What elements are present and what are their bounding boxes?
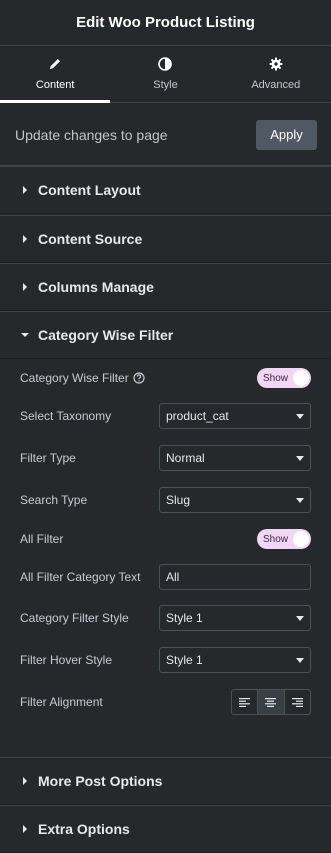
section-label: Category Wise Filter (38, 327, 174, 343)
control-label: Search Type (20, 493, 88, 507)
caret-right-icon (23, 283, 27, 291)
align-left-button[interactable] (232, 690, 259, 714)
alignment-button-group (231, 689, 311, 715)
control-filter-hover-style: Filter Hover Style Style 1 (20, 647, 311, 673)
panel-header: Edit Woo Product Listing (0, 0, 331, 46)
section-content-layout[interactable]: Content Layout (0, 166, 331, 214)
control-filter-type: Filter Type Normal (20, 445, 311, 471)
panel-tabs: Content Style Advanced (0, 46, 331, 103)
control-filter-alignment: Filter Alignment (20, 689, 311, 715)
control-search-type: Search Type Slug (20, 487, 311, 513)
tab-advanced[interactable]: Advanced (221, 46, 331, 102)
control-label: Category Filter Style (20, 611, 129, 625)
contrast-icon (158, 57, 173, 71)
chevron-down-icon (296, 615, 304, 621)
update-bar: Update changes to page Apply (0, 104, 331, 166)
toggle-label: Show (263, 533, 289, 545)
control-all-filter-category-text: All Filter Category Text All (20, 564, 311, 590)
caret-right-icon (23, 186, 27, 194)
select-value: Style 1 (166, 611, 203, 625)
panel-title: Edit Woo Product Listing (76, 14, 255, 31)
gear-icon (269, 57, 283, 71)
control-label: All Filter Category Text (20, 570, 141, 584)
control-all-filter: All Filter Show (20, 526, 311, 552)
category-filter-toggle[interactable]: Show (257, 368, 311, 388)
select-value: product_cat (166, 409, 229, 423)
align-right-button[interactable] (285, 690, 310, 714)
select-value: Normal (166, 451, 205, 465)
control-label: All Filter (20, 532, 64, 546)
control-label: Filter Type (20, 451, 76, 465)
chevron-down-icon (296, 413, 304, 419)
input-value: All (166, 570, 180, 584)
section-more-post-options[interactable]: More Post Options (0, 757, 331, 805)
control-label: Category Wise Filter (20, 371, 129, 385)
align-left-icon (239, 697, 251, 707)
select-value: Style 1 (166, 653, 203, 667)
control-label: Select Taxonomy (20, 409, 112, 423)
section-content-source[interactable]: Content Source (0, 215, 331, 263)
search-type-select[interactable]: Slug (159, 487, 311, 513)
all-filter-text-input[interactable]: All (159, 564, 311, 590)
filter-type-select[interactable]: Normal (159, 445, 311, 471)
update-text: Update changes to page (15, 126, 168, 143)
filter-hover-style-select[interactable]: Style 1 (159, 647, 311, 673)
control-label: Filter Hover Style (20, 653, 113, 667)
toggle-label: Show (263, 372, 289, 384)
section-label: More Post Options (38, 773, 163, 789)
control-select-taxonomy: Select Taxonomy product_cat (20, 403, 311, 429)
section-columns-manage[interactable]: Columns Manage (0, 263, 331, 311)
chevron-down-icon (296, 497, 304, 503)
caret-right-icon (23, 825, 27, 833)
control-label: Filter Alignment (20, 695, 103, 709)
section-category-wise-filter[interactable]: Category Wise Filter (0, 311, 331, 359)
caret-right-icon (23, 777, 27, 785)
section-label: Columns Manage (38, 279, 154, 295)
tab-style[interactable]: Style (110, 46, 220, 102)
all-filter-toggle[interactable]: Show (257, 529, 311, 549)
taxonomy-select[interactable]: product_cat (159, 403, 311, 429)
category-filter-style-select[interactable]: Style 1 (159, 605, 311, 631)
align-center-icon (265, 697, 277, 707)
align-center-button[interactable] (258, 690, 285, 714)
caret-right-icon (23, 235, 27, 243)
control-category-wise-filter: Category Wise Filter Show (20, 365, 311, 391)
help-icon[interactable] (133, 372, 145, 384)
section-extra-options[interactable]: Extra Options (0, 805, 331, 853)
control-category-filter-style: Category Filter Style Style 1 (20, 605, 311, 631)
chevron-down-icon (296, 657, 304, 663)
tab-content-label: Content (35, 79, 75, 91)
section-label: Content Source (38, 231, 143, 247)
section-label: Extra Options (38, 821, 130, 837)
select-value: Slug (166, 493, 191, 507)
apply-button[interactable]: Apply (256, 119, 317, 150)
align-right-icon (291, 697, 303, 707)
tab-content[interactable]: Content (0, 46, 111, 103)
toggle-knob (293, 370, 309, 386)
tab-style-label: Style (153, 79, 178, 91)
section-label: Content Layout (38, 182, 141, 198)
tab-advanced-label: Advanced (251, 79, 301, 91)
caret-down-icon (21, 333, 29, 337)
toggle-knob (293, 531, 309, 547)
chevron-down-icon (296, 455, 304, 461)
pencil-icon (50, 59, 61, 69)
